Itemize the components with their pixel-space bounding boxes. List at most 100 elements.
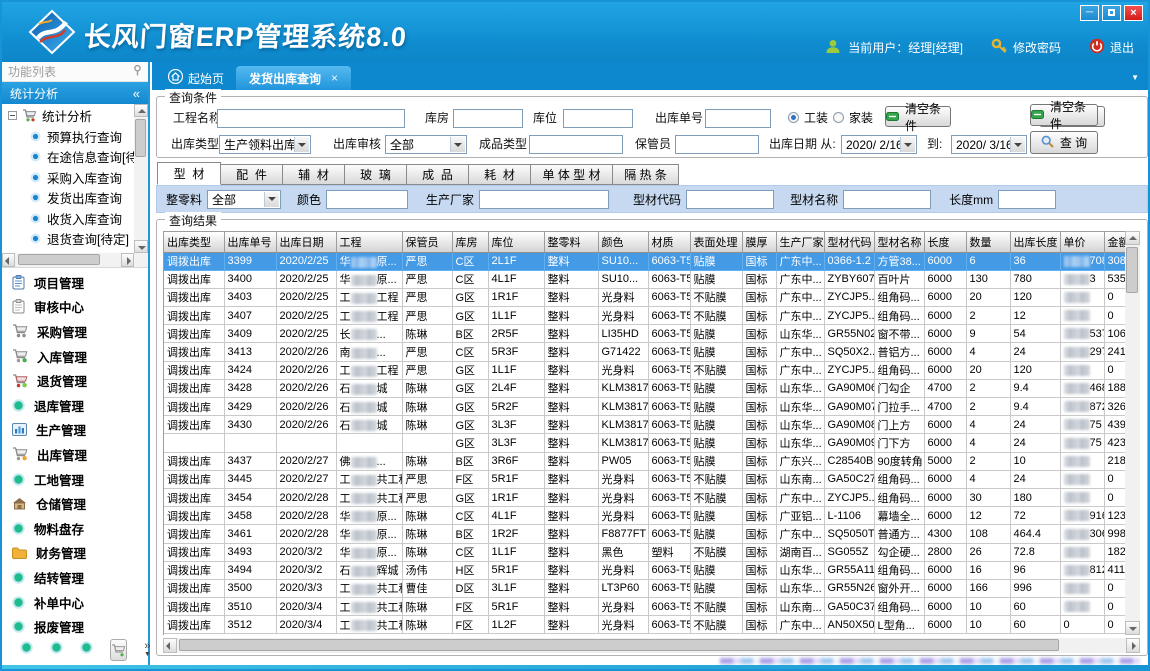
shortcut-dot-icon[interactable] (50, 641, 63, 659)
table-cell[interactable]: 3512 (224, 616, 276, 634)
table-cell[interactable]: 严思 (402, 307, 452, 325)
table-cell[interactable]: 4700 (924, 398, 966, 416)
table-cell[interactable]: 326 (1104, 398, 1125, 416)
table-cell[interactable]: 调拨出库 (164, 598, 224, 616)
table-cell[interactable]: 4 (966, 470, 1010, 488)
table-cell[interactable]: 山东华... (776, 398, 824, 416)
table-cell[interactable]: 广东中... (776, 488, 824, 506)
table-cell[interactable]: 国标 (742, 452, 776, 470)
table-cell[interactable]: 国标 (742, 525, 776, 543)
table-cell[interactable]: 国标 (742, 343, 776, 361)
table-cell[interactable]: 308 (1104, 252, 1125, 270)
table-cell[interactable]: 6063-T5 (648, 488, 690, 506)
keeper-input[interactable] (675, 135, 759, 154)
table-cell[interactable]: LT3P60 (598, 579, 648, 597)
table-cell[interactable]: 工工程 (336, 307, 402, 325)
table-cell[interactable]: 整料 (544, 288, 598, 306)
table-cell[interactable]: 6063-T5 (648, 361, 690, 379)
search-button[interactable]: 查 询 (1030, 131, 1098, 154)
table-cell[interactable]: 陈琳 (402, 452, 452, 470)
table-cell[interactable]: 24 (1010, 434, 1060, 452)
table-cell[interactable]: 华原... (336, 507, 402, 525)
table-cell[interactable]: 山东华... (776, 416, 824, 434)
table-cell[interactable]: 3494 (224, 561, 276, 579)
column-header[interactable]: 出库单号 (224, 232, 276, 252)
table-cell[interactable]: C区 (452, 270, 488, 288)
table-row[interactable]: 调拨出库34452020/2/27工共工程严思F区5R1F整料光身料6063-T… (164, 470, 1125, 488)
table-cell[interactable]: G区 (452, 398, 488, 416)
table-cell[interactable]: 6000 (924, 488, 966, 506)
column-header[interactable]: 型材代码 (824, 232, 874, 252)
table-cell[interactable]: 108 (966, 525, 1010, 543)
table-cell[interactable]: KLM3817 (598, 398, 648, 416)
column-header[interactable]: 材质 (648, 232, 690, 252)
table-cell[interactable]: GA90M07. (824, 398, 874, 416)
table-cell[interactable]: 5R1F (488, 598, 544, 616)
sidebar-menu-item[interactable]: 审核中心 (2, 295, 148, 320)
table-cell[interactable]: 严思 (402, 288, 452, 306)
table-cell[interactable]: 10 (966, 598, 1010, 616)
table-row[interactable]: 调拨出库34542020/2/28工共工程严思G区1R1F整料光身料6063-T… (164, 488, 1125, 506)
table-row[interactable]: 调拨出库34612020/2/28华原...陈琳B区1R2F整料F8877FT6… (164, 525, 1125, 543)
table-cell[interactable]: 2020/2/25 (276, 307, 336, 325)
table-cell[interactable]: 贴膜 (690, 416, 742, 434)
table-cell[interactable]: 6063-T5 (648, 398, 690, 416)
table-cell[interactable]: 6063-T5 (648, 343, 690, 361)
table-cell[interactable]: 华原... (336, 525, 402, 543)
table-cell[interactable]: 调拨出库 (164, 379, 224, 397)
table-cell[interactable]: 5R1F (488, 561, 544, 579)
table-cell[interactable]: 国标 (742, 616, 776, 634)
table-cell[interactable]: 3445 (224, 470, 276, 488)
table-cell[interactable]: 6000 (924, 616, 966, 634)
table-cell[interactable]: 75 (1060, 416, 1104, 434)
table-cell[interactable]: 4L1F (488, 270, 544, 288)
column-header[interactable]: 出库日期 (276, 232, 336, 252)
table-cell[interactable]: 3399 (224, 252, 276, 270)
table-cell[interactable] (336, 434, 402, 452)
table-cell[interactable]: 不贴膜 (690, 361, 742, 379)
column-header[interactable]: 表面处理 (690, 232, 742, 252)
table-cell[interactable]: 整料 (544, 525, 598, 543)
table-row[interactable]: 调拨出库34072020/2/25工工程严思G区1L1F整料光身料6063-T5… (164, 307, 1125, 325)
column-header[interactable]: 数量 (966, 232, 1010, 252)
table-cell[interactable]: 1L2F (488, 616, 544, 634)
sidebar-menu-item[interactable]: 生产管理 (2, 418, 148, 443)
table-cell[interactable]: GA50C27 (824, 470, 874, 488)
table-cell[interactable]: F8877FT (598, 525, 648, 543)
radio-gongzhuang[interactable]: 工装 (788, 109, 828, 126)
table-cell[interactable]: 4L1F (488, 507, 544, 525)
profile-name-input[interactable] (843, 190, 931, 209)
table-cell[interactable]: 光身料 (598, 616, 648, 634)
table-cell[interactable] (276, 434, 336, 452)
collapse-icon[interactable]: « (133, 86, 140, 101)
table-cell[interactable] (1060, 470, 1104, 488)
table-cell[interactable]: 组角码... (874, 307, 924, 325)
table-cell[interactable]: 916 (1060, 507, 1104, 525)
table-cell[interactable]: 整料 (544, 452, 598, 470)
table-cell[interactable]: 山东华... (776, 561, 824, 579)
table-cell[interactable]: 218 (1104, 452, 1125, 470)
table-cell[interactable]: 华原... (336, 252, 402, 270)
table-cell[interactable]: 5000 (924, 452, 966, 470)
table-cell[interactable]: 工共工程 (336, 579, 402, 597)
table-cell[interactable]: 3430 (224, 416, 276, 434)
shortcut-dot-icon[interactable] (80, 641, 93, 659)
table-cell[interactable]: 6063-T5 (648, 325, 690, 343)
table-cell[interactable]: 241 (1104, 343, 1125, 361)
sidebar-menu-item[interactable]: 工地管理 (2, 467, 148, 492)
radio-jiazhuang[interactable]: 家装 (833, 109, 873, 126)
table-cell[interactable]: 5R2F (488, 398, 544, 416)
column-header[interactable]: 库房 (452, 232, 488, 252)
tab-home[interactable]: 起始页 (156, 66, 236, 90)
table-cell[interactable]: 2 (966, 398, 1010, 416)
table-cell[interactable]: 6000 (924, 470, 966, 488)
shortcut-dot-icon[interactable] (20, 641, 33, 659)
table-cell[interactable]: 0 (1104, 488, 1125, 506)
table-cell[interactable]: 陈琳 (402, 398, 452, 416)
table-cell[interactable]: 3 (1060, 270, 1104, 288)
table-cell[interactable]: G区 (452, 434, 488, 452)
table-cell[interactable]: 整料 (544, 543, 598, 561)
table-cell[interactable]: 439 (1104, 416, 1125, 434)
column-header[interactable]: 颜色 (598, 232, 648, 252)
table-cell[interactable]: 陈琳 (402, 507, 452, 525)
